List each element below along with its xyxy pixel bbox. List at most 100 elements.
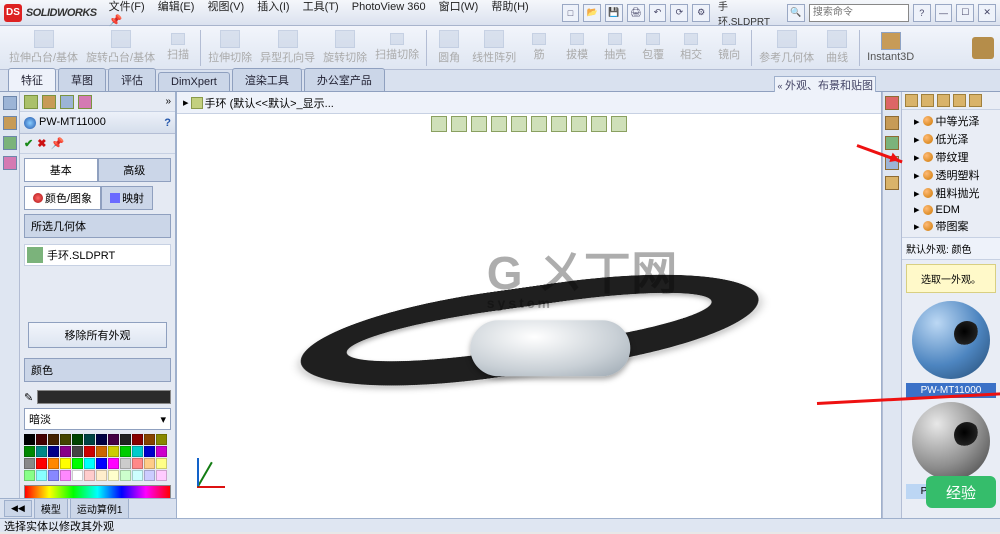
color-swatch[interactable] (132, 434, 143, 445)
btn-sweep-cut[interactable]: 扫描切除 (372, 28, 422, 68)
view-settings-icon[interactable] (611, 116, 627, 132)
btn-revolve-cut[interactable]: 旋转切除 (320, 28, 370, 68)
tree-item[interactable]: ▸EDM (904, 202, 998, 217)
hide-show-icon[interactable] (551, 116, 567, 132)
tab-sketch[interactable]: 草图 (58, 68, 106, 91)
pin-icon[interactable] (969, 94, 982, 107)
rebuild-icon[interactable]: ⟳ (670, 4, 688, 22)
cancel-icon[interactable]: ✖ (37, 137, 46, 150)
hue-slider[interactable] (24, 485, 171, 499)
color-swatch[interactable] (120, 434, 131, 445)
undo-icon[interactable]: ↶ (649, 4, 667, 22)
color-swatch[interactable] (144, 446, 155, 457)
color-swatch[interactable] (132, 458, 143, 469)
pin-icon[interactable]: 📌 (50, 137, 64, 150)
color-swatch[interactable] (24, 470, 35, 481)
color-swatch[interactable] (36, 434, 47, 445)
3d-viewport[interactable]: ▸手环 (默认<<默认>_显示... G ㄨ丅网system (176, 92, 882, 518)
search-icon[interactable]: 🔍 (787, 4, 805, 22)
color-swatch[interactable] (48, 434, 59, 445)
menu-tools[interactable]: 工具(T) (303, 1, 339, 13)
zoom-fit-icon[interactable] (431, 116, 447, 132)
appearance-lib-icon[interactable] (885, 116, 899, 130)
home-icon[interactable] (885, 96, 899, 110)
color-swatch[interactable] (72, 458, 83, 469)
color-swatch[interactable] (36, 458, 47, 469)
display-icon[interactable] (3, 156, 17, 170)
subtab-advanced[interactable]: 高级 (98, 158, 172, 182)
remove-all-appearance-button[interactable]: 移除所有外观 (28, 322, 167, 348)
tree-icon[interactable] (42, 95, 56, 109)
color-swatch[interactable] (84, 458, 95, 469)
color-swatch[interactable] (156, 458, 167, 469)
color-swatch[interactable] (36, 470, 47, 481)
color-swatch[interactable] (144, 470, 155, 481)
decal-icon[interactable] (885, 136, 899, 150)
btn-mirror[interactable]: 镜向 (711, 28, 747, 68)
color-swatch[interactable] (108, 434, 119, 445)
folder-icon[interactable] (921, 94, 934, 107)
property-icon[interactable] (3, 116, 17, 130)
save-icon[interactable]: 💾 (605, 4, 623, 22)
color-swatch[interactable] (144, 434, 155, 445)
menu-file[interactable]: 文件(F) (109, 1, 145, 13)
menu-help[interactable]: 帮助(H) (491, 1, 528, 13)
color-swatch[interactable] (36, 446, 47, 457)
panel-help-icon[interactable]: ? (164, 117, 171, 129)
color-swatch-grid[interactable] (24, 434, 171, 481)
color-swatch[interactable] (60, 434, 71, 445)
tab-nav-prev-icon[interactable]: ◀◀ (4, 500, 32, 517)
color-swatch[interactable] (72, 446, 83, 457)
tab-office[interactable]: 办公室产品 (304, 68, 385, 91)
tab-evaluate[interactable]: 评估 (108, 68, 156, 91)
btn-extrude-boss[interactable]: 拉伸凸台/基体 (6, 28, 81, 68)
color-swatch[interactable] (72, 434, 83, 445)
color-swatch[interactable] (48, 458, 59, 469)
color-swatch[interactable] (144, 458, 155, 469)
display-style-icon[interactable] (531, 116, 547, 132)
btn-fillet[interactable]: 圆角 (431, 28, 467, 68)
folder-icon[interactable] (905, 94, 918, 107)
section-view-icon[interactable] (491, 116, 507, 132)
btn-revolve-boss[interactable]: 旋转凸台/基体 (83, 28, 158, 68)
material-preview-sphere[interactable] (912, 402, 990, 480)
close-icon[interactable]: ✕ (978, 4, 996, 22)
color-swatch[interactable] (60, 470, 71, 481)
color-swatch[interactable] (60, 458, 71, 469)
color-swatch[interactable] (156, 434, 167, 445)
panel-collapse-icon[interactable]: » (165, 96, 171, 107)
color-swatch[interactable] (60, 446, 71, 457)
tab-dimxpert[interactable]: DimXpert (158, 72, 230, 91)
zoom-area-icon[interactable] (451, 116, 467, 132)
color-swatch[interactable] (96, 458, 107, 469)
btn-extrude-cut[interactable]: 拉伸切除 (205, 28, 255, 68)
tree-item[interactable]: ▸中等光泽 (904, 112, 998, 130)
tab-features[interactable]: 特征 (8, 68, 56, 91)
color-swatch[interactable] (156, 446, 167, 457)
print-icon[interactable]: 🖨 (627, 4, 645, 22)
color-swatch[interactable] (24, 458, 35, 469)
btn-draft[interactable]: 拔模 (559, 28, 595, 68)
light-icon[interactable] (885, 176, 899, 190)
tree-icon[interactable] (60, 95, 74, 109)
menu-edit[interactable]: 编辑(E) (158, 1, 195, 13)
color-swatch[interactable] (108, 446, 119, 457)
btn-linear-pattern[interactable]: 线性阵列 (469, 28, 519, 68)
color-swatch[interactable] (72, 470, 83, 481)
tree-icon[interactable] (78, 95, 92, 109)
eyedropper-icon[interactable]: ✎ (24, 391, 33, 404)
subtab-basic[interactable]: 基本 (24, 158, 98, 182)
btn-curves[interactable]: 曲线 (819, 28, 855, 68)
btn-wrap[interactable]: 包覆 (635, 28, 671, 68)
options-icon[interactable]: ⚙ (692, 4, 710, 22)
view-icon[interactable] (953, 94, 966, 107)
tree-item[interactable]: ▸低光泽 (904, 130, 998, 148)
ok-icon[interactable]: ✔ (24, 137, 33, 150)
tree-item[interactable]: ▸粗料抛光 (904, 184, 998, 202)
tab-render[interactable]: 渲染工具 (232, 68, 302, 91)
current-color-swatch[interactable] (37, 390, 171, 404)
color-swatch[interactable] (24, 446, 35, 457)
tree-item[interactable]: ▸透明塑料 (904, 166, 998, 184)
color-swatch[interactable] (108, 470, 119, 481)
tab-motion-study[interactable]: 运动算例1 (70, 498, 130, 519)
